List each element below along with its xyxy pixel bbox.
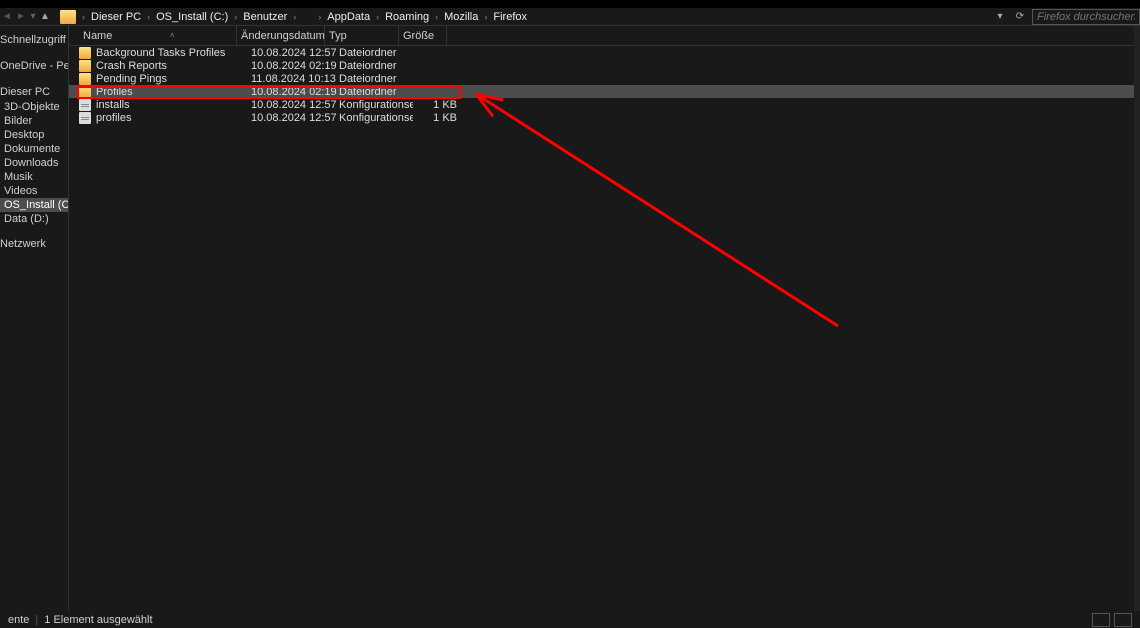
sidebar-quick-access[interactable]: Schnellzugriff <box>0 32 68 48</box>
refresh-button[interactable]: ⟳ <box>1012 9 1028 25</box>
address-dropdown-button[interactable]: ▾ <box>992 9 1008 25</box>
column-header-name[interactable]: Name ˄ <box>77 26 237 45</box>
file-name: Crash Reports <box>96 60 251 72</box>
file-date: 10.08.2024 02:19 <box>251 60 339 72</box>
view-thumbnails-button[interactable] <box>1114 613 1132 627</box>
chevron-right-icon: › <box>80 12 87 22</box>
folder-icon <box>79 60 91 72</box>
menu-bar <box>0 0 1140 8</box>
file-date: 10.08.2024 12:57 <box>251 47 339 59</box>
nav-up-button[interactable]: ▲ <box>38 9 52 25</box>
breadcrumb-segment[interactable]: Firefox <box>489 11 531 23</box>
chevron-right-icon: › <box>232 12 239 22</box>
file-date: 10.08.2024 12:57 <box>251 112 339 124</box>
address-bar: ► ► ▾ ▲ › Dieser PC› OS_Install (C:)› Be… <box>0 8 1140 26</box>
file-type: Dateiordner <box>339 73 413 85</box>
navigation-pane[interactable]: Schnellzugriff OneDrive - Personal Diese… <box>0 26 68 611</box>
file-list-pane: Name ˄ Änderungsdatum Typ Größe Backgrou… <box>68 26 1140 611</box>
status-bar: ente | 1 Element ausgewählt <box>0 611 1140 628</box>
file-date: 11.08.2024 10:13 <box>251 73 339 85</box>
status-item-count: ente <box>8 614 29 626</box>
file-size: 1 KB <box>413 112 461 124</box>
folder-icon <box>79 47 91 59</box>
sidebar-item-documents[interactable]: Dokumente <box>0 142 68 156</box>
breadcrumb[interactable]: Dieser PC› OS_Install (C:)› Benutzer› › … <box>87 8 992 25</box>
folder-icon <box>79 73 91 85</box>
arrow-up-icon: ▲ <box>40 11 50 22</box>
file-date: 10.08.2024 12:57 <box>251 99 339 111</box>
file-row[interactable]: Crash Reports10.08.2024 02:19Dateiordner <box>69 59 1140 72</box>
nav-forward-button[interactable]: ► <box>14 9 28 25</box>
file-row[interactable]: installs10.08.2024 12:57Konfigurationsei… <box>69 98 1140 111</box>
file-row[interactable]: Profiles10.08.2024 02:19Dateiordner <box>69 85 1140 98</box>
column-headers: Name ˄ Änderungsdatum Typ Größe <box>69 26 1140 46</box>
sidebar-item-3d-objects[interactable]: 3D-Objekte <box>0 100 68 114</box>
breadcrumb-segment[interactable]: AppData <box>323 11 374 23</box>
search-input[interactable] <box>1032 9 1140 25</box>
chevron-right-icon: › <box>145 12 152 22</box>
chevron-right-icon: ► <box>16 11 26 22</box>
sidebar-item-downloads[interactable]: Downloads <box>0 156 68 170</box>
file-size: 1 KB <box>413 99 461 111</box>
sidebar-item-videos[interactable]: Videos <box>0 184 68 198</box>
nav-history-dropdown[interactable]: ▾ <box>28 9 38 25</box>
file-type: Konfigurationsein… <box>339 99 413 111</box>
file-type: Dateiordner <box>339 60 413 72</box>
breadcrumb-segment[interactable]: Benutzer <box>239 11 291 23</box>
view-details-button[interactable] <box>1092 613 1110 627</box>
file-icon <box>79 99 91 111</box>
sidebar-item-os-install-c[interactable]: OS_Install (C:) <box>0 198 68 212</box>
sidebar-item-music[interactable]: Musik <box>0 170 68 184</box>
chevron-right-icon: › <box>433 12 440 22</box>
nav-back-button[interactable]: ► <box>0 9 14 25</box>
file-icon <box>79 112 91 124</box>
chevron-left-icon: ► <box>2 11 12 22</box>
file-name: Background Tasks Profiles <box>96 47 251 59</box>
folder-icon <box>60 10 76 24</box>
sort-ascending-icon: ˄ <box>112 31 232 40</box>
sidebar-item-data-d[interactable]: Data (D:) <box>0 212 68 226</box>
vertical-scrollbar[interactable] <box>1134 26 1140 611</box>
file-name: Pending Pings <box>96 73 251 85</box>
folder-icon <box>79 86 91 98</box>
file-date: 10.08.2024 02:19 <box>251 86 339 98</box>
chevron-right-icon: › <box>482 12 489 22</box>
file-name: Profiles <box>96 86 251 98</box>
file-type: Dateiordner <box>339 47 413 59</box>
breadcrumb-segment[interactable]: OS_Install (C:) <box>152 11 232 23</box>
file-row[interactable]: Background Tasks Profiles10.08.2024 12:5… <box>69 46 1140 59</box>
sidebar-network[interactable]: Netzwerk <box>0 236 68 252</box>
column-header-label: Name <box>83 30 112 42</box>
sidebar-item-pictures[interactable]: Bilder <box>0 114 68 128</box>
sidebar-onedrive[interactable]: OneDrive - Personal <box>0 58 68 74</box>
breadcrumb-segment[interactable]: Roaming <box>381 11 433 23</box>
file-name: profiles <box>96 112 251 124</box>
breadcrumb-segment[interactable]: Dieser PC <box>87 11 145 23</box>
file-row[interactable]: profiles10.08.2024 12:57Konfigurationsei… <box>69 111 1140 124</box>
sidebar-this-pc[interactable]: Dieser PC <box>0 84 68 100</box>
chevron-right-icon: › <box>291 12 298 22</box>
search-field[interactable] <box>1037 11 1135 23</box>
file-rows: Background Tasks Profiles10.08.2024 12:5… <box>69 46 1140 124</box>
breadcrumb-segment[interactable]: Mozilla <box>440 11 482 23</box>
chevron-right-icon: › <box>374 12 381 22</box>
column-header-type[interactable]: Typ <box>325 26 399 45</box>
column-header-size[interactable]: Größe <box>399 26 447 45</box>
file-name: installs <box>96 99 251 111</box>
status-selection: 1 Element ausgewählt <box>44 614 152 626</box>
sidebar-item-desktop[interactable]: Desktop <box>0 128 68 142</box>
status-separator: | <box>35 614 38 626</box>
chevron-right-icon: › <box>316 12 323 22</box>
file-type: Konfigurationsein… <box>339 112 413 124</box>
refresh-icon: ⟳ <box>1016 11 1024 22</box>
column-header-date[interactable]: Änderungsdatum <box>237 26 325 45</box>
file-type: Dateiordner <box>339 86 413 98</box>
file-row[interactable]: Pending Pings11.08.2024 10:13Dateiordner <box>69 72 1140 85</box>
